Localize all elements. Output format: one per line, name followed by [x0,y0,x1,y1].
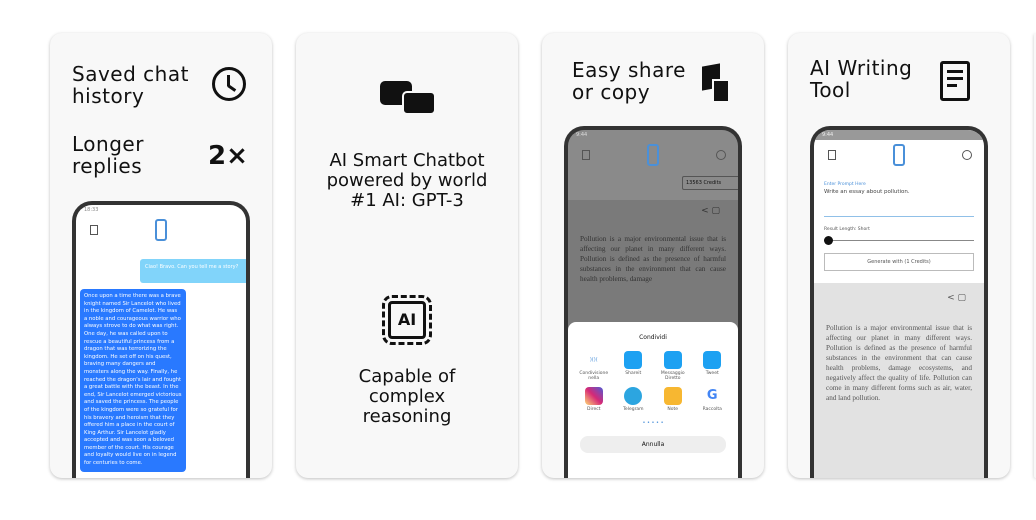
credits-badge: 13563 Credits [682,176,738,190]
two-x-badge: 2× [208,141,248,171]
screenshot-card-writing-tool[interactable]: AI Writing Tool 9:44 Enter Prompt Here Wr… [788,33,1010,478]
cancel-button[interactable]: Annulla [580,436,726,453]
length-label: Result Length: Short [824,227,870,232]
phone-mockup: 9:44 Enter Prompt Here Write an essay ab… [810,126,988,478]
app-logo-icon [155,219,167,241]
app-header [568,140,738,174]
book-icon[interactable] [828,150,836,160]
card-heading: Saved chat history [72,62,189,108]
document-pen-icon [940,61,970,101]
result-text: Pollution is a major environmental issue… [580,235,726,283]
generate-button[interactable]: Generate with (1 Credits) [824,253,974,271]
screenshot-card-share[interactable]: Easy share or copy 9:44 13563 Credits < ▢… [542,33,764,478]
phone-mockup: 18:33 Ciao! Bravo. Can you tell me a sto… [72,201,250,478]
chat-bubbles-icon [380,81,436,121]
share-target[interactable]: Note [653,387,693,412]
card-heading: AI Writing Tool [810,56,913,102]
user-message: Ciao! Bravo. Can you tell me a story? [140,259,246,283]
app-logo-icon [893,144,905,166]
app-header [76,215,246,249]
screenshot-card-ai-chatbot[interactable]: AI Smart Chatbot powered by world #1 AI: G… [296,33,518,478]
sheet-title: Condividi [639,334,667,341]
page-dots: • • • • • [642,420,664,426]
share-target[interactable]: Direct [574,387,614,412]
share-target[interactable]: )()(Condivisione nella [574,351,614,381]
share-target[interactable]: Telegram [614,387,654,412]
app-logo-icon [647,144,659,166]
copy-icon [702,63,732,103]
phone-mockup: 9:44 13563 Credits < ▢ Pollution is a ma… [564,126,742,478]
prompt-label: Enter Prompt Here [824,182,866,187]
share-sheet: Condividi )()(Condivisione nella Shareit… [568,322,738,478]
ai-chip-icon: AI [382,295,432,345]
share-target[interactable]: Tweet [693,351,733,381]
share-copy-icons[interactable]: < ▢ [814,293,984,303]
status-bar: 18:33 [84,207,99,213]
book-icon[interactable] [582,150,590,160]
card-subheading: Longer replies [72,132,144,178]
card-heading: Easy share or copy [572,58,686,104]
status-bar: 9:44 [576,132,588,138]
result-text: Pollution is a major environmental issue… [826,324,972,402]
status-bar: 9:44 [814,130,984,140]
share-target[interactable]: Messaggio Diretto [653,351,693,381]
subheadline: Capable of complex reasoning [358,366,456,427]
prompt-field[interactable]: Enter Prompt Here Write an essay about p… [814,174,984,217]
book-icon[interactable] [90,225,98,235]
length-slider[interactable] [824,236,974,245]
screenshot-card-chat-history[interactable]: Saved chat history Longer replies 2× 18:33… [50,33,272,478]
app-header [814,140,984,174]
headline: AI Smart Chatbot powered by world #1 AI: G… [326,150,488,211]
clock-icon [212,67,246,101]
bot-message: Once upon a time there was a brave knigh… [80,289,186,472]
history-icon[interactable] [716,150,726,160]
settings-icon[interactable] [962,150,972,160]
share-target[interactable]: Shareit [614,351,654,381]
share-target[interactable]: G Raccolta [693,387,733,412]
prompt-input[interactable]: Write an essay about pollution. [824,189,974,217]
share-copy-icons[interactable]: < ▢ [568,206,738,216]
